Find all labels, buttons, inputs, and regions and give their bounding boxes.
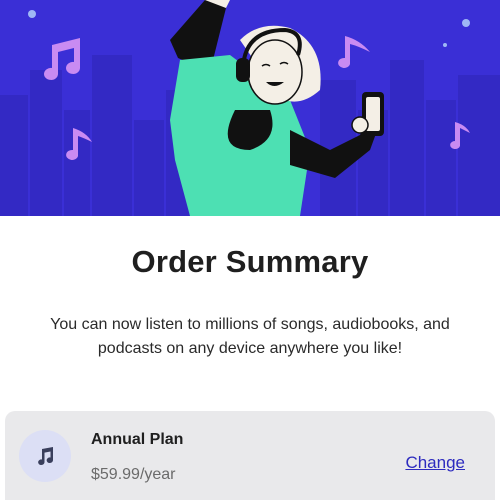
- plan-price: $59.99/year: [91, 466, 176, 483]
- star-icon: [443, 43, 447, 47]
- star-icon: [28, 10, 36, 18]
- order-description: You can now listen to millions of songs,…: [50, 316, 450, 357]
- headphones-icon: [236, 58, 250, 82]
- change-plan-link[interactable]: Change: [405, 453, 465, 473]
- plan-name: Annual Plan: [91, 431, 184, 448]
- hero-illustration: [0, 0, 500, 216]
- hero-illustration-svg: [0, 0, 500, 216]
- star-icon: [462, 19, 470, 27]
- page-title: Order Summary: [131, 244, 369, 279]
- music-note-icon: [19, 430, 71, 482]
- plan-card: Annual Plan $59.99/year Change: [5, 411, 495, 500]
